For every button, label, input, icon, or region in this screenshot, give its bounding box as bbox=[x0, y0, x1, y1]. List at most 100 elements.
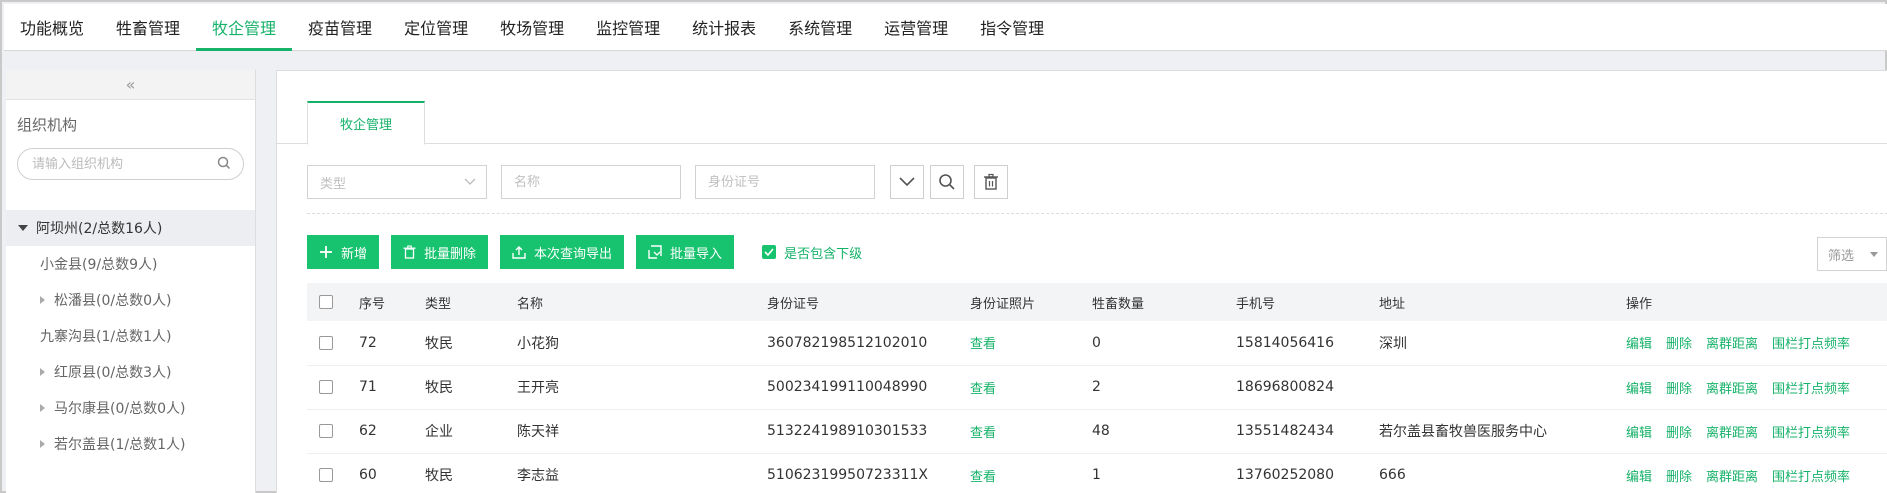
id-number-field[interactable] bbox=[695, 165, 875, 199]
fence-frequency-link[interactable]: 围栏打点频率 bbox=[1772, 426, 1850, 441]
edit-link[interactable]: 编辑 bbox=[1626, 337, 1652, 352]
org-search-input[interactable] bbox=[32, 149, 212, 179]
edit-link[interactable]: 编辑 bbox=[1626, 470, 1652, 485]
table-row: 60 牧民 李志益 51062319950723311X 查看 1 137602… bbox=[307, 453, 1887, 493]
delete-link[interactable]: 删除 bbox=[1666, 337, 1692, 352]
search-icon[interactable] bbox=[217, 156, 231, 174]
tree-node-hongyuan[interactable]: 红原县(0/总数3人) bbox=[6, 354, 255, 390]
select-all-checkbox[interactable] bbox=[319, 295, 333, 309]
col-header-id: 身份证号 bbox=[767, 296, 820, 312]
column-filter-label: 筛选 bbox=[1828, 248, 1855, 264]
tree-node-label: 马尔康县(0/总数0人) bbox=[54, 401, 186, 417]
row-checkbox[interactable] bbox=[319, 380, 333, 394]
cell-type: 牧民 bbox=[425, 468, 453, 484]
edit-link[interactable]: 编辑 bbox=[1626, 382, 1652, 397]
outlier-distance-link[interactable]: 离群距离 bbox=[1706, 382, 1758, 397]
view-id-photo-link[interactable]: 查看 bbox=[970, 470, 996, 485]
tree-root-label: 阿坝州(2/总数16人) bbox=[36, 221, 163, 237]
nav-item-commands[interactable]: 指令管理 bbox=[964, 4, 1060, 50]
fence-frequency-link[interactable]: 围栏打点频率 bbox=[1772, 382, 1850, 397]
search-button[interactable] bbox=[930, 165, 964, 199]
outlier-distance-link[interactable]: 离群距离 bbox=[1706, 426, 1758, 441]
expand-filters-button[interactable] bbox=[890, 165, 924, 199]
view-id-photo-link[interactable]: 查看 bbox=[970, 337, 996, 352]
nav-item-pasture[interactable]: 牧场管理 bbox=[484, 4, 580, 50]
export-button[interactable]: 本次查询导出 bbox=[500, 235, 625, 269]
cell-address bbox=[1379, 365, 1626, 409]
export-label: 本次查询导出 bbox=[534, 246, 613, 262]
checkbox-checked-icon[interactable] bbox=[762, 245, 777, 259]
nav-item-location[interactable]: 定位管理 bbox=[388, 4, 484, 50]
cell-type: 企业 bbox=[425, 424, 453, 440]
col-header-id-photo: 身份证照片 bbox=[970, 296, 1036, 312]
nav-item-herder-enterprise[interactable]: 牧企管理 bbox=[196, 4, 293, 51]
tree-node-ruoergai[interactable]: 若尔盖县(1/总数1人) bbox=[6, 426, 255, 462]
nav-item-reports[interactable]: 统计报表 bbox=[676, 4, 772, 50]
row-checkbox[interactable] bbox=[319, 335, 333, 350]
nav-item-livestock[interactable]: 牲畜管理 bbox=[100, 4, 196, 50]
caret-down-icon[interactable] bbox=[18, 225, 28, 231]
cell-no: 60 bbox=[359, 467, 377, 483]
caret-right-icon[interactable] bbox=[40, 440, 45, 448]
cell-count: 2 bbox=[1092, 379, 1101, 395]
chevron-down-icon bbox=[899, 177, 915, 187]
view-id-photo-link[interactable]: 查看 bbox=[970, 426, 996, 441]
tree-node-songpan[interactable]: 松潘县(0/总数0人) bbox=[6, 282, 255, 318]
tree-node-jiuzhaigou[interactable]: 九寨沟县(1/总数1人) bbox=[6, 318, 255, 354]
org-search bbox=[17, 148, 244, 180]
column-filter-select[interactable]: 筛选 bbox=[1817, 237, 1887, 271]
caret-right-icon[interactable] bbox=[40, 368, 45, 376]
table-row: 72 牧民 小花狗 360782198512102010 查看 0 158140… bbox=[307, 321, 1887, 365]
id-number-input[interactable] bbox=[708, 174, 862, 190]
include-sub-toggle[interactable]: 是否包含下级 bbox=[762, 243, 862, 262]
caret-right-icon[interactable] bbox=[40, 404, 45, 412]
org-sidebar: « 组织机构 阿坝州(2/总数16人) 小金县(9/总数9人) 松潘县(0/总数… bbox=[6, 70, 256, 493]
batch-delete-button[interactable]: 批量删除 bbox=[391, 235, 489, 269]
tree-node-maerkang[interactable]: 马尔康县(0/总数0人) bbox=[6, 390, 255, 426]
clear-filters-button[interactable] bbox=[974, 165, 1008, 199]
cell-no: 71 bbox=[359, 379, 377, 395]
edit-link[interactable]: 编辑 bbox=[1626, 426, 1652, 441]
include-sub-label: 是否包含下级 bbox=[784, 246, 863, 262]
nav-item-overview[interactable]: 功能概览 bbox=[4, 4, 100, 50]
tab-herder-enterprise[interactable]: 牧企管理 bbox=[307, 101, 425, 145]
name-input[interactable] bbox=[514, 174, 668, 190]
fence-frequency-link[interactable]: 围栏打点频率 bbox=[1772, 470, 1850, 485]
cell-phone: 15814056416 bbox=[1236, 334, 1334, 351]
delete-link[interactable]: 删除 bbox=[1666, 382, 1692, 397]
cell-phone: 18696800824 bbox=[1236, 379, 1334, 395]
cell-type: 牧民 bbox=[425, 380, 453, 396]
table-row: 62 企业 陈天祥 513224198910301533 查看 48 13551… bbox=[307, 409, 1887, 453]
upload-icon bbox=[512, 246, 526, 259]
cell-address: 若尔盖县畜牧兽医服务中心 bbox=[1379, 424, 1547, 440]
double-chevron-left-icon: « bbox=[125, 75, 136, 94]
nav-item-operations[interactable]: 运营管理 bbox=[868, 4, 964, 50]
caret-right-icon[interactable] bbox=[40, 296, 45, 304]
caret-down-icon bbox=[1870, 252, 1878, 257]
view-id-photo-link[interactable]: 查看 bbox=[970, 382, 996, 397]
app-frame: 功能概览 牲畜管理 牧企管理 疫苗管理 定位管理 牧场管理 监控管理 统计报表 … bbox=[0, 0, 1887, 493]
cell-id: 360782198512102010 bbox=[767, 334, 928, 351]
nav-item-monitor[interactable]: 监控管理 bbox=[580, 4, 676, 50]
batch-import-button[interactable]: 批量导入 bbox=[636, 235, 735, 269]
fence-frequency-link[interactable]: 围栏打点频率 bbox=[1772, 337, 1850, 352]
tree-root-aba[interactable]: 阿坝州(2/总数16人) bbox=[6, 210, 255, 246]
add-button[interactable]: 新增 bbox=[307, 235, 380, 269]
nav-item-vaccine[interactable]: 疫苗管理 bbox=[292, 4, 388, 50]
row-checkbox[interactable] bbox=[319, 468, 333, 482]
tree-node-xiaojin[interactable]: 小金县(9/总数9人) bbox=[6, 246, 255, 282]
delete-link[interactable]: 删除 bbox=[1666, 470, 1692, 485]
outlier-distance-link[interactable]: 离群距离 bbox=[1706, 337, 1758, 352]
org-tree: 阿坝州(2/总数16人) 小金县(9/总数9人) 松潘县(0/总数0人) 九寨沟… bbox=[6, 210, 255, 462]
delete-link[interactable]: 删除 bbox=[1666, 426, 1692, 441]
nav-item-system[interactable]: 系统管理 bbox=[772, 4, 868, 50]
type-select[interactable]: 类型 bbox=[307, 165, 487, 199]
import-icon bbox=[648, 245, 662, 259]
col-header-name: 名称 bbox=[517, 296, 544, 312]
collapse-sidebar-button[interactable]: « bbox=[6, 70, 255, 100]
row-checkbox[interactable] bbox=[319, 424, 333, 438]
cell-address: 深圳 bbox=[1379, 335, 1407, 352]
main-panel: 牧企管理 类型 名称 身份证号 新增 批量删除 本次查询导出 批量导入 是否包含… bbox=[276, 70, 1887, 493]
outlier-distance-link[interactable]: 离群距离 bbox=[1706, 470, 1758, 485]
name-field[interactable] bbox=[501, 165, 681, 199]
